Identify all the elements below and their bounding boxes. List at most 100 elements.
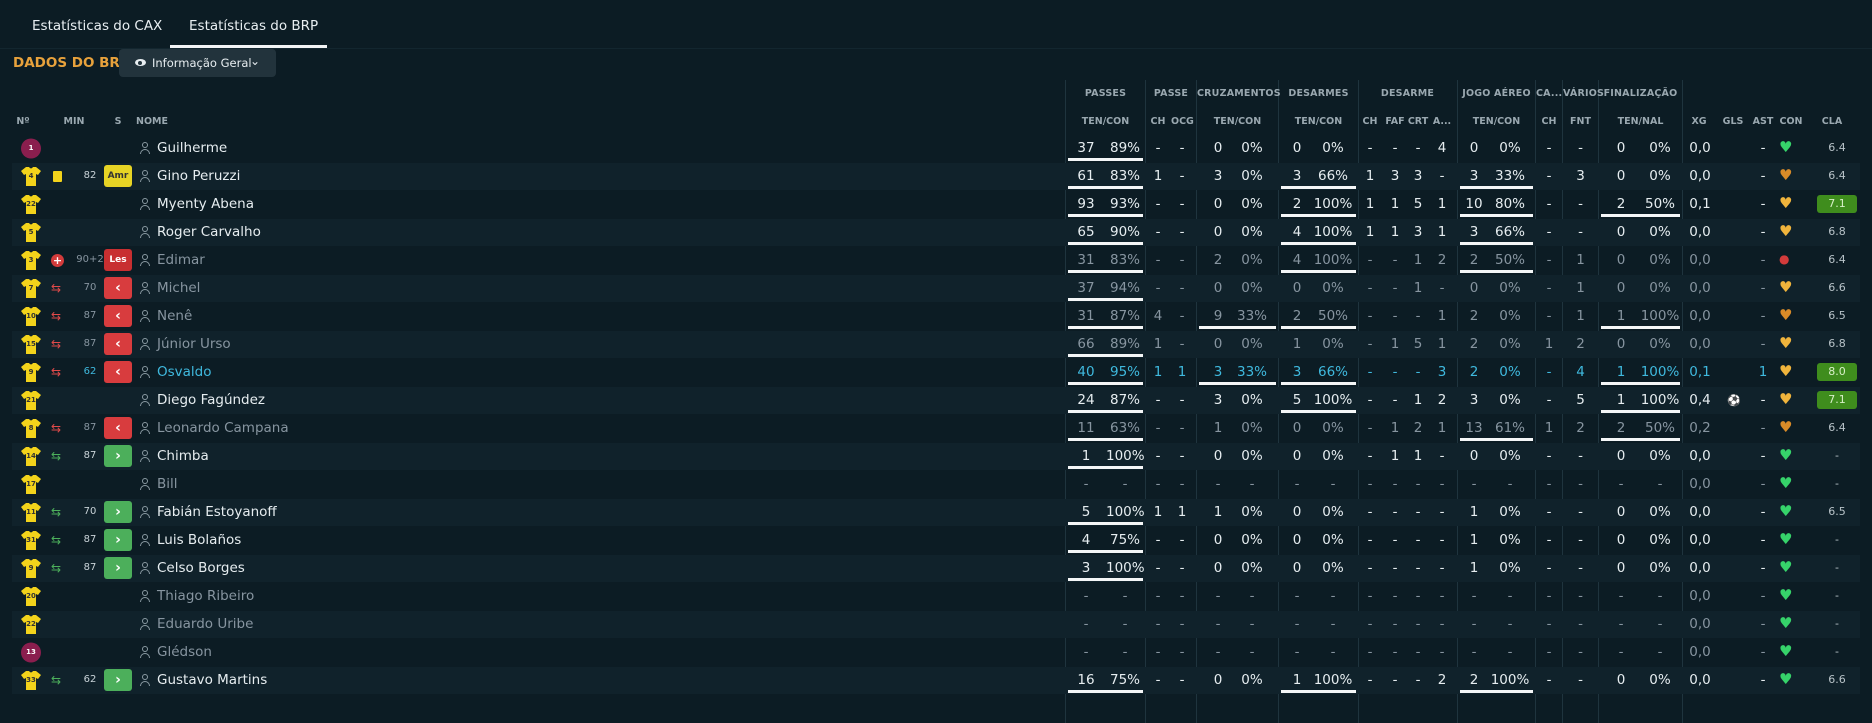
player-name[interactable]: Guilherme xyxy=(157,140,227,156)
stat-cell: 33% xyxy=(1236,364,1267,380)
player-name[interactable]: Nenê xyxy=(157,308,192,324)
stat-cell: 1 xyxy=(1437,224,1447,240)
player-name[interactable]: Gino Peruzzi xyxy=(157,168,240,184)
table-row[interactable]: 9 ⇆ 87 › Celso Borges 3 100% - -0 0% 0 0% - - - -1 0% - -0… xyxy=(12,555,1860,582)
stat-cell: 24 xyxy=(1077,392,1095,408)
stat-cell: 0,0 xyxy=(1689,616,1711,632)
player-name[interactable]: Roger Carvalho xyxy=(157,224,261,240)
stat-cell: 93 xyxy=(1077,196,1095,212)
table-row[interactable]: 3 +90+2 Les Edimar 31 83% - -2 0% 4 100% - -1 2 2 50% -1… xyxy=(12,247,1860,274)
stat-cell: - xyxy=(1415,532,1421,548)
table-row[interactable]: 20 Thiago Ribeiro - - - - - - - - - - - - - - - - - -0,0- ♥ - xyxy=(12,583,1860,610)
table-row[interactable]: 7 ⇆ 70 ‹ Michel 37 94% - -0 0% 0 0% - -1-0 0% -1 0 0% 0,0-… xyxy=(12,275,1860,302)
stat-cell: 1 xyxy=(1292,336,1302,352)
table-row[interactable]: 8 ⇆ 87 ‹ Leonardo Campana 11 63% - -1 0% 0 0% -1 2 1 13… xyxy=(12,415,1860,442)
stat-cell: 1 xyxy=(1177,364,1187,380)
column-header[interactable]: TEN/CON xyxy=(1197,116,1278,127)
shirt-icon: 9 xyxy=(20,558,42,579)
table-row[interactable]: 1 Guilherme 37 89% - -0 0% 0 0% - - -4 0 0% - -0 0% 0,0- ♥… xyxy=(12,135,1860,162)
column-header[interactable]: CLA xyxy=(1816,116,1848,127)
stat-bar xyxy=(1281,326,1356,329)
stat-cell: 3 xyxy=(1469,224,1479,240)
player-name[interactable]: Júnior Urso xyxy=(157,336,231,352)
stat-cell: - xyxy=(1392,364,1398,380)
column-header[interactable]: A... xyxy=(1430,116,1454,127)
column-header[interactable]: CON xyxy=(1779,116,1803,127)
player-name[interactable]: Eduardo Uribe xyxy=(157,616,253,632)
player-name[interactable]: Myenty Abena xyxy=(157,196,254,212)
table-row[interactable]: 22 Eduardo Uribe - - - - - - - - - - - - - - - - - -0,0- ♥ - xyxy=(12,611,1860,638)
view-dropdown-value: Informação Geral xyxy=(152,56,252,70)
player-name[interactable]: Leonardo Campana xyxy=(157,420,289,436)
table-row[interactable]: 31 ⇆ 87 › Luis Bolaños 4 75% - -0 0% 0 0% - - - -1 0% - -0… xyxy=(12,527,1860,554)
column-header[interactable]: FNT xyxy=(1563,116,1598,127)
shirt-number: 31 xyxy=(26,536,36,544)
player-name[interactable]: Michel xyxy=(157,280,200,296)
table-row[interactable]: 14 ⇆ 87 › Chimba 1 100% - -0 0% 0 0% -1 1-0 0% - -0 0% 0,0… xyxy=(12,443,1860,470)
column-header[interactable]: Nº xyxy=(10,116,36,127)
stat-bar xyxy=(1068,410,1143,413)
table-row[interactable]: 15 ⇆ 87 ‹ Júnior Urso 66 89% 1-0 0% 1 0% -1 5 1 2 0% 1 2 0… xyxy=(12,331,1860,358)
rating-badge: - xyxy=(1835,477,1839,490)
table-row[interactable]: 10 ⇆ 87 ‹ Nenê 31 87% 4-9 33% 2 50% - - -1 2 0% -1 1 100% 0… xyxy=(12,303,1860,330)
table-row[interactable]: 13 Glédson - - - - - - - - - - - - - - - - - -0,0- ♥ - xyxy=(12,639,1860,666)
stat-cell: - xyxy=(1392,392,1398,408)
tab-brp-stats[interactable]: Estatísticas do BRP xyxy=(189,18,318,34)
stat-cell: 0% xyxy=(1499,504,1521,520)
column-header[interactable]: FAF xyxy=(1384,116,1406,127)
column-header[interactable]: NOME xyxy=(136,116,176,127)
view-dropdown[interactable]: Informação Geral ⌄ xyxy=(119,49,276,77)
rating-badge: 6.4 xyxy=(1828,253,1846,266)
player-name[interactable]: Celso Borges xyxy=(157,560,245,576)
column-header[interactable]: MIN xyxy=(58,116,90,127)
table-row[interactable]: 17 Bill - - - - - - - - - - - - - - - - - -0,0- ♥ - xyxy=(12,471,1860,498)
column-header[interactable]: TEN/NAL xyxy=(1599,116,1682,127)
column-header[interactable]: AST xyxy=(1751,116,1775,127)
table-row[interactable]: 21 Diego Fagúndez 24 87% - -3 0% 5 100% - -1 2 3 0% -5… xyxy=(12,387,1860,414)
stat-cell: 3 xyxy=(1081,560,1091,576)
column-header[interactable]: GLS xyxy=(1721,116,1745,127)
player-name[interactable]: Glédson xyxy=(157,644,212,660)
column-header[interactable]: TEN/CON xyxy=(1066,116,1145,127)
table-row[interactable]: 22 Myenty Abena 93 93% - -0 0% 2 100% 1 1 5 1 10 80% - -… xyxy=(12,191,1860,218)
player-name[interactable]: Gustavo Martins xyxy=(157,672,267,688)
rating-badge: 6.6 xyxy=(1828,281,1846,294)
player-name[interactable]: Osvaldo xyxy=(157,364,212,380)
player-name[interactable]: Thiago Ribeiro xyxy=(157,588,254,604)
column-header[interactable]: XG xyxy=(1687,116,1711,127)
tab-cax-stats[interactable]: Estatísticas do CAX xyxy=(32,18,162,34)
shirt-icon: 17 xyxy=(20,474,42,495)
stat-cell: 1 xyxy=(1437,196,1447,212)
stat-bar xyxy=(1460,242,1533,245)
column-header[interactable]: CH xyxy=(1536,116,1562,127)
stat-cell: - xyxy=(1179,448,1185,464)
table-row[interactable]: 33 ⇆ 62 › Gustavo Martins 16 75% - -0 0% 1 100% - - -2… xyxy=(12,667,1860,694)
player-name[interactable]: Chimba xyxy=(157,448,209,464)
column-header[interactable]: CRT xyxy=(1407,116,1429,127)
stat-cell: - xyxy=(1215,616,1221,632)
player-name[interactable]: Bill xyxy=(157,476,178,492)
player-name[interactable]: Edimar xyxy=(157,252,205,268)
stat-cell: 1 xyxy=(1437,336,1447,352)
condition-heart-icon: ♥ xyxy=(1779,418,1793,436)
column-header[interactable]: TEN/CON xyxy=(1458,116,1535,127)
stat-bar xyxy=(1281,186,1356,189)
table-row[interactable]: 5 Roger Carvalho 65 90% - -0 0% 4 100% 1 1 3 1 3 66% - -… xyxy=(12,219,1860,246)
player-name[interactable]: Diego Fagúndez xyxy=(157,392,265,408)
column-header[interactable]: CH xyxy=(1148,116,1168,127)
stat-cell: - xyxy=(1507,476,1513,492)
person-icon xyxy=(140,282,150,294)
column-header[interactable]: TEN/CON xyxy=(1279,116,1358,127)
stat-cell: - xyxy=(1179,420,1185,436)
stat-cell: - xyxy=(1294,476,1300,492)
column-header[interactable]: OCG xyxy=(1171,116,1194,127)
column-header[interactable]: S xyxy=(108,116,128,127)
table-row[interactable]: 9 ⇆ 62 ‹ Osvaldo 40 95% 1 1 3 33% 3 66% - - -3 2 0% -4 1 100… xyxy=(12,359,1860,386)
player-name[interactable]: Luis Bolaños xyxy=(157,532,241,548)
player-name[interactable]: Fabián Estoyanoff xyxy=(157,504,277,520)
column-header[interactable]: CH xyxy=(1360,116,1380,127)
stat-cell: - xyxy=(1155,476,1161,492)
table-row[interactable]: 11 ⇆ 70 › Fabián Estoyanoff 5 100% 1 1 1 0% 0 0% - - - -… xyxy=(12,499,1860,526)
table-row[interactable]: 4 82 Amr Gino Peruzzi 61 83% 1-3 0% 3 66% 1 3 3-3 33%… xyxy=(12,163,1860,190)
rating-badge: 6.8 xyxy=(1828,337,1846,350)
